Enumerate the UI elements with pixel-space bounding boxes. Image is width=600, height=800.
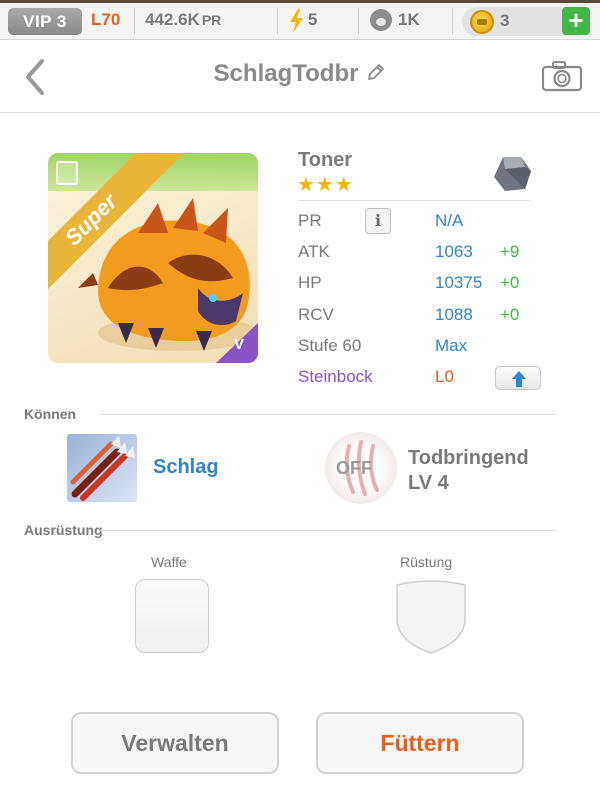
star-rating: ★★★: [297, 174, 354, 196]
coin-count: 3: [500, 11, 510, 30]
stat-row-hp: HP 10375 +0: [298, 273, 558, 297]
page-title[interactable]: SchlagTodbr: [0, 60, 600, 88]
stat-value: N/A: [435, 211, 464, 230]
skill-strike-name[interactable]: Schlag: [153, 456, 219, 479]
paw-icon: [370, 9, 392, 31]
stat-value: 1063: [435, 242, 473, 261]
divider: [358, 8, 359, 34]
stat-row-level: Stufe 60 Max: [298, 336, 558, 360]
header: SchlagTodbr: [0, 40, 600, 113]
skill-strike-icon[interactable]: [67, 434, 137, 502]
stat-row-rcv: RCV 1088 +0: [298, 305, 558, 329]
stat-bonus: +0: [500, 305, 520, 324]
stat-row-atk: ATK 1063 +9: [298, 242, 558, 266]
bolt-icon: [290, 9, 303, 33]
skill-deadly-name[interactable]: Todbringend LV 4: [408, 446, 529, 496]
skill-deadly-title: Todbringend: [408, 447, 529, 469]
armor-slot[interactable]: [395, 579, 467, 655]
monster-nickname: SchlagTodbr: [213, 60, 359, 87]
monster-portrait[interactable]: Super V: [48, 153, 258, 363]
player-level: L70: [91, 10, 121, 29]
skill-deadly-level: LV 4: [408, 472, 449, 494]
divider: [452, 8, 453, 34]
arrow-up-icon: [512, 371, 526, 387]
player-power-unit: PR: [201, 12, 222, 28]
coin-icon: [470, 10, 494, 34]
divider: [100, 530, 556, 531]
monster-species-name: Toner: [298, 149, 353, 171]
divider: [134, 8, 135, 34]
equipment-section-label: Ausrüstung: [24, 522, 103, 538]
weapon-label: Waffe: [151, 554, 187, 570]
divider: [298, 200, 530, 201]
player-power: 442.6K PR: [145, 10, 221, 30]
divider: [100, 414, 556, 415]
info-button[interactable]: i: [365, 208, 391, 234]
stat-value: 1088: [435, 305, 473, 324]
stat-value: 10375: [435, 273, 483, 292]
camera-icon[interactable]: [541, 60, 583, 92]
armor-label: Rüstung: [400, 554, 453, 570]
stat-value: Max: [435, 336, 468, 355]
stat-bonus: +0: [500, 273, 520, 292]
evolution-mark: V: [234, 336, 245, 353]
energy-count: 5: [308, 10, 318, 29]
skills-section-label: Können: [24, 406, 77, 422]
claw-slash-icon: [70, 436, 135, 501]
player-power-value: 442.6K: [145, 10, 200, 29]
book-icon[interactable]: [56, 161, 78, 185]
stat-label: Stufe 60: [298, 336, 362, 355]
vip-badge[interactable]: VIP 3: [8, 8, 82, 35]
stat-label: HP: [298, 273, 322, 292]
zodiac-level: L0: [435, 367, 454, 386]
upgrade-zodiac-button[interactable]: [495, 366, 541, 390]
skill-off-label: OFF: [336, 458, 372, 478]
stat-label: ATK: [298, 242, 330, 261]
weapon-slot[interactable]: [135, 579, 209, 653]
food-count: 1K: [398, 10, 420, 29]
stat-row-pr: PR N/A: [298, 211, 558, 235]
manage-button[interactable]: Verwalten: [71, 712, 279, 774]
stat-label: PR: [298, 211, 322, 230]
divider: [277, 8, 278, 34]
add-coins-button[interactable]: +: [562, 7, 590, 35]
status-bar: VIP 3 L70 442.6K PR 5 1K 3 +: [0, 0, 600, 40]
stat-bonus: +9: [500, 242, 520, 261]
zodiac-label: Steinbock: [298, 367, 373, 386]
stat-label: RCV: [298, 305, 334, 324]
stone-element-icon[interactable]: [491, 153, 533, 195]
feed-button[interactable]: Füttern: [316, 712, 524, 774]
pencil-icon[interactable]: [366, 62, 386, 82]
